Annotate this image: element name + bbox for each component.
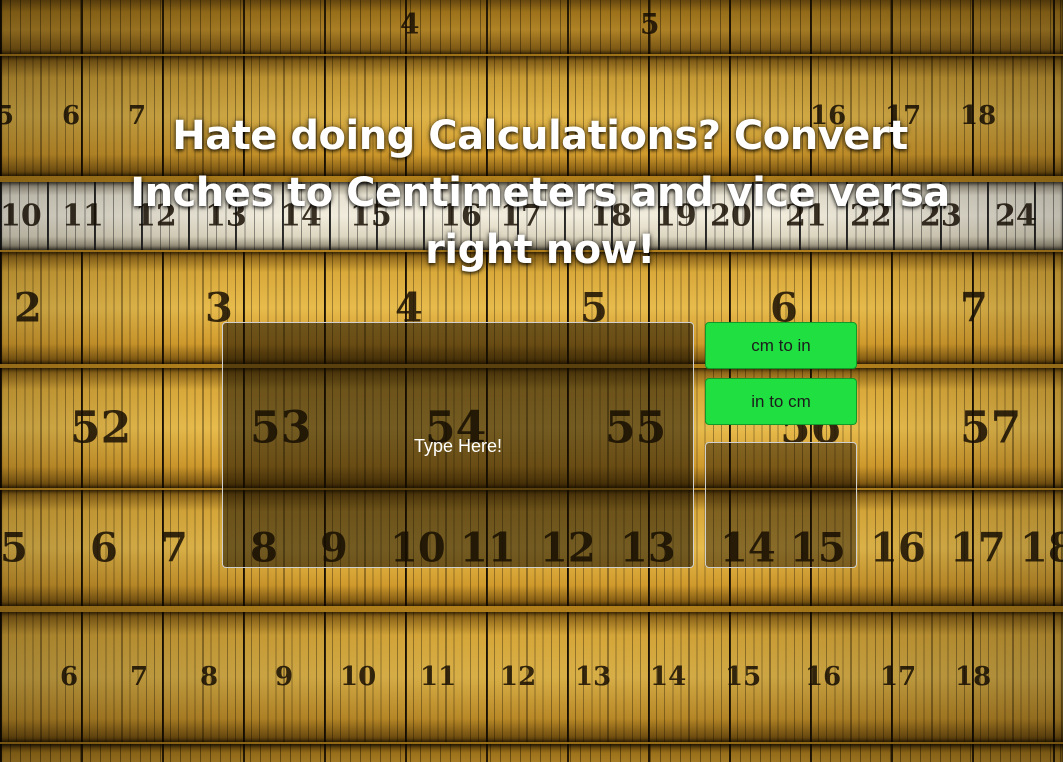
measurement-input[interactable] [222, 322, 694, 568]
cm-to-in-button[interactable]: cm to in [705, 322, 857, 369]
in-to-cm-button[interactable]: in to cm [705, 378, 857, 425]
result-output [705, 442, 857, 568]
page-title: Hate doing Calculations? Convert Inches … [130, 113, 950, 273]
